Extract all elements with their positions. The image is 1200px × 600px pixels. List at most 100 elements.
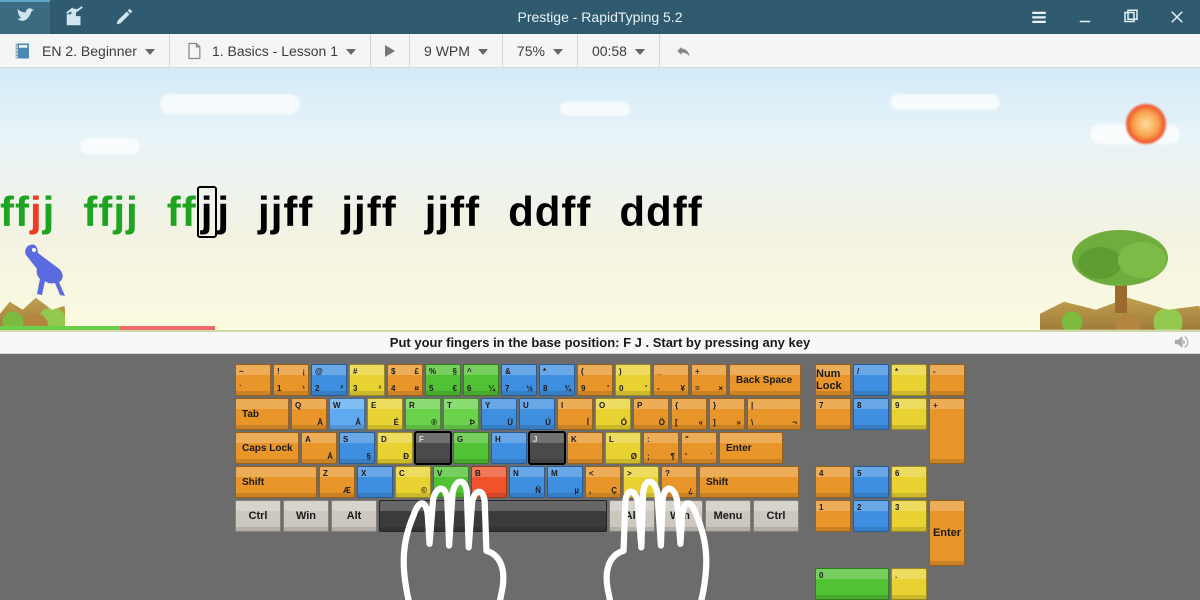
key[interactable]: /: [853, 364, 889, 396]
tab-tutor[interactable]: [0, 0, 50, 34]
key[interactable]: Enter: [719, 432, 783, 464]
undo-button[interactable]: [660, 34, 708, 67]
key[interactable]: QÄ: [291, 398, 327, 430]
key[interactable]: &7½: [501, 364, 537, 396]
key[interactable]: Shift: [699, 466, 799, 498]
minimize-button[interactable]: [1062, 0, 1108, 34]
key[interactable]: +=×: [691, 364, 727, 396]
key[interactable]: Ctrl: [235, 500, 281, 532]
key[interactable]: -: [929, 364, 965, 396]
key[interactable]: 5: [853, 466, 889, 498]
key[interactable]: Win: [657, 500, 703, 532]
key[interactable]: PÖ: [633, 398, 669, 430]
key[interactable]: >.: [623, 466, 659, 498]
key[interactable]: @2²: [311, 364, 347, 396]
key[interactable]: EÉ: [367, 398, 403, 430]
course-selector[interactable]: EN 2. Beginner: [0, 34, 170, 67]
key[interactable]: ZÆ: [319, 466, 355, 498]
key[interactable]: 3: [891, 500, 927, 532]
key[interactable]: 7: [815, 398, 851, 430]
key[interactable]: S§: [339, 432, 375, 464]
key[interactable]: ~`: [235, 364, 271, 396]
key[interactable]: Shift: [235, 466, 317, 498]
key[interactable]: K: [567, 432, 603, 464]
key[interactable]: *8¾: [539, 364, 575, 396]
key[interactable]: B: [471, 466, 507, 498]
key[interactable]: X: [357, 466, 393, 498]
key[interactable]: LØ: [605, 432, 641, 464]
app-window: Prestige - RapidTyping 5.2 EN 2. Beginne…: [0, 0, 1200, 600]
key[interactable]: Ctrl: [753, 500, 799, 532]
key[interactable]: R®: [405, 398, 441, 430]
accuracy-selector[interactable]: 75%: [503, 34, 578, 67]
key[interactable]: C©: [395, 466, 431, 498]
key[interactable]: Win: [283, 500, 329, 532]
key[interactable]: "'´: [681, 432, 717, 464]
time-selector[interactable]: 00:58: [578, 34, 660, 67]
maximize-icon: [1122, 8, 1140, 26]
lesson-selector[interactable]: 1. Basics - Lesson 1: [170, 34, 371, 67]
key[interactable]: DÐ: [377, 432, 413, 464]
play-button[interactable]: [371, 34, 410, 67]
key[interactable]: )0': [615, 364, 651, 396]
key[interactable]: $£4¤: [387, 364, 423, 396]
key[interactable]: [379, 500, 607, 532]
creature: [20, 240, 80, 300]
key[interactable]: WÅ: [329, 398, 365, 430]
key[interactable]: Back Space: [729, 364, 801, 396]
key[interactable]: ^6¼: [463, 364, 499, 396]
key[interactable]: AÁ: [301, 432, 337, 464]
key[interactable]: {[«: [671, 398, 707, 430]
keyboard-main: ~`!¡1¹@2²#3³$£4¤%§5€^6¼&7½*8¾(9')0'_-¥+=…: [235, 364, 801, 532]
window-title: Prestige - RapidTyping 5.2: [518, 9, 683, 25]
key[interactable]: F: [415, 432, 451, 464]
maximize-button[interactable]: [1108, 0, 1154, 34]
key[interactable]: V: [433, 466, 469, 498]
key[interactable]: UÚ: [519, 398, 555, 430]
key[interactable]: +: [929, 398, 965, 464]
key[interactable]: J: [529, 432, 565, 464]
key[interactable]: <,Ç: [585, 466, 621, 498]
typing-line[interactable]: ffjjffjjffjjjjffjjffjjffddffddff: [0, 188, 1200, 238]
key[interactable]: Num Lock: [815, 364, 851, 396]
key[interactable]: Alt: [331, 500, 377, 532]
key[interactable]: #3³: [349, 364, 385, 396]
key[interactable]: Caps Lock: [235, 432, 299, 464]
chevron-down-icon: [553, 46, 563, 56]
key[interactable]: H: [491, 432, 527, 464]
key[interactable]: OÓ: [595, 398, 631, 430]
key[interactable]: *: [891, 364, 927, 396]
key[interactable]: YÜ: [481, 398, 517, 430]
tab-editor[interactable]: [100, 0, 150, 34]
sound-button[interactable]: [1172, 333, 1190, 351]
key[interactable]: TÞ: [443, 398, 479, 430]
key[interactable]: %§5€: [425, 364, 461, 396]
close-button[interactable]: [1154, 0, 1200, 34]
key[interactable]: Alt: [609, 500, 655, 532]
key[interactable]: 6: [891, 466, 927, 498]
key[interactable]: .: [891, 568, 927, 600]
menu-button[interactable]: [1016, 0, 1062, 34]
key[interactable]: NÑ: [509, 466, 545, 498]
key[interactable]: !¡1¹: [273, 364, 309, 396]
tab-stats[interactable]: [50, 0, 100, 34]
key[interactable]: :;¶: [643, 432, 679, 464]
key[interactable]: Enter: [929, 500, 965, 566]
key[interactable]: IÍ: [557, 398, 593, 430]
key[interactable]: G: [453, 432, 489, 464]
key[interactable]: 2: [853, 500, 889, 532]
key[interactable]: (9': [577, 364, 613, 396]
key[interactable]: 9: [891, 398, 927, 430]
key[interactable]: Menu: [705, 500, 751, 532]
key[interactable]: Tab: [235, 398, 289, 430]
key[interactable]: 1: [815, 500, 851, 532]
key[interactable]: |\¬: [747, 398, 801, 430]
key[interactable]: 0: [815, 568, 889, 600]
wpm-selector[interactable]: 9 WPM: [410, 34, 503, 67]
key[interactable]: 4: [815, 466, 851, 498]
key[interactable]: _-¥: [653, 364, 689, 396]
key[interactable]: Mµ: [547, 466, 583, 498]
key[interactable]: }]»: [709, 398, 745, 430]
key[interactable]: 8: [853, 398, 889, 430]
key[interactable]: ?/¿: [661, 466, 697, 498]
